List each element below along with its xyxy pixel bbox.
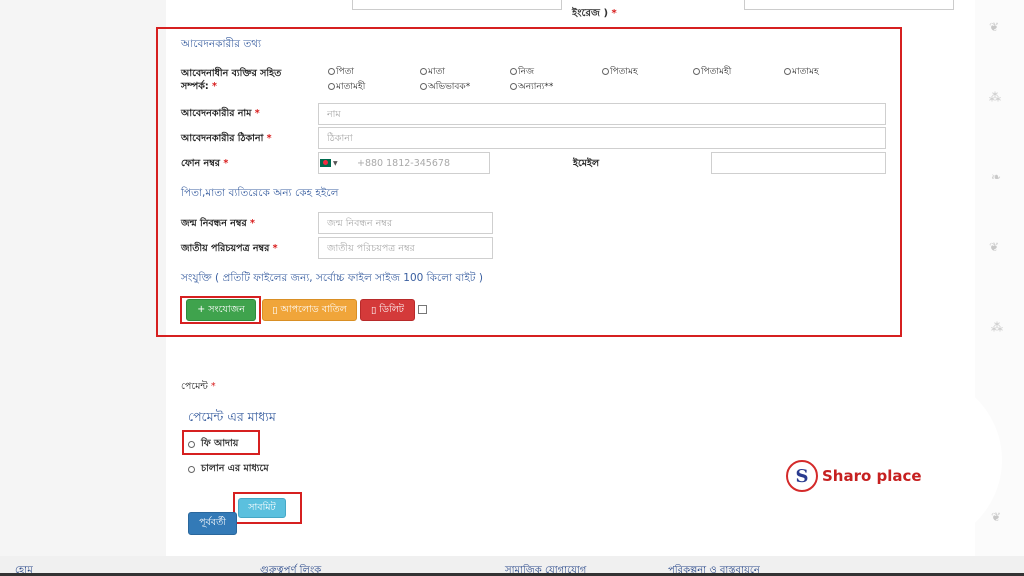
relation-option-maternal-grandmother[interactable]: মাতামহী — [328, 79, 365, 94]
radio-button[interactable] — [328, 68, 335, 75]
logo-text: Sharo place — [822, 467, 922, 485]
radio-button[interactable] — [188, 441, 195, 448]
payment-option-challan[interactable]: চালান এর মাধ্যমে — [188, 462, 269, 477]
radio-button[interactable] — [420, 68, 427, 75]
birth-reg-label: জন্ম নিবন্ধন নম্বর * — [181, 218, 255, 229]
left-margin — [0, 0, 166, 576]
radio-button[interactable] — [693, 68, 700, 75]
radio-button[interactable] — [188, 466, 195, 473]
ornament-icon: ❧ — [991, 170, 1002, 184]
logo-mark: S — [786, 460, 818, 492]
applicant-section-title: আবেদনকারীর তথ্য — [181, 38, 262, 50]
submit-button[interactable]: সাবমিট — [238, 498, 286, 518]
nid-input[interactable] — [318, 237, 493, 259]
relation-option-mother[interactable]: মাতা — [420, 64, 445, 79]
relation-option-guardian[interactable]: অভিভাবক* — [420, 79, 470, 94]
other-guardian-title: পিতা,মাতা ব্যতিরেকে অন্য কেহ হইলে — [181, 187, 339, 199]
relation-option-self[interactable]: নিজ — [510, 64, 534, 79]
radio-button[interactable] — [328, 83, 335, 90]
ornament-icon: ⁂ — [989, 90, 1001, 104]
ornament-icon: ⁂ — [991, 320, 1003, 334]
relation-option-other[interactable]: অন্যান্য** — [510, 79, 553, 94]
relation-option-paternal-grandmother[interactable]: পিতামহী — [693, 64, 731, 79]
applicant-name-input[interactable] — [318, 103, 886, 125]
bangladesh-flag-icon — [320, 159, 331, 167]
radio-button[interactable] — [602, 68, 609, 75]
relation-option-father[interactable]: পিতা — [328, 64, 354, 79]
top-field-partial-right[interactable] — [744, 0, 954, 10]
applicant-address-label: আবেদনকারীর ঠিকানা * — [181, 133, 272, 144]
add-attachment-button[interactable]: + সংযোজন — [186, 299, 256, 321]
applicant-address-input[interactable] — [318, 127, 886, 149]
radio-button[interactable] — [420, 83, 427, 90]
cancel-upload-button[interactable]: ▯ আপলোড বাতিল — [262, 299, 357, 321]
relation-label: আবেদনাধীন ব্যক্তির সহিত সম্পর্ক: * — [181, 68, 282, 92]
payment-option-fee[interactable]: ফি আদায় — [188, 437, 238, 452]
birth-reg-input[interactable] — [318, 212, 493, 234]
ornament-icon: ❦ — [991, 510, 1002, 524]
radio-button[interactable] — [510, 68, 517, 75]
sharo-place-logo: S Sharo place — [786, 460, 922, 492]
relation-option-maternal-grandfather[interactable]: মাতামহ — [784, 64, 819, 79]
email-input[interactable] — [711, 152, 886, 174]
ornament-icon: ❦ — [989, 240, 1000, 254]
chevron-down-icon: ▼ — [333, 159, 338, 167]
country-code-selector[interactable]: ▼ — [320, 153, 350, 173]
phone-label: ফোন নম্বর * — [181, 158, 229, 169]
payment-label: পেমেন্ট * — [181, 381, 216, 392]
attachment-select-checkbox[interactable] — [418, 305, 427, 314]
previous-button[interactable]: পূর্ববর্তী — [188, 512, 237, 535]
ornament-icon: ❦ — [989, 20, 1000, 34]
delete-attachment-button[interactable]: ▯ ডিলিট — [360, 299, 415, 321]
top-field-label: ইংরেজ ) * — [572, 8, 617, 19]
top-field-partial[interactable] — [352, 0, 562, 10]
attachment-title: সংযুক্তি ( প্রতিটি ফাইলের জন্য, সর্বোচ্চ… — [181, 272, 483, 284]
radio-button[interactable] — [510, 83, 517, 90]
email-label: ইমেইল — [573, 158, 600, 169]
payment-method-title: পেমেন্ট এর মাধ্যম — [188, 409, 276, 424]
relation-option-paternal-grandfather[interactable]: পিতামহ — [602, 64, 638, 79]
cancel-icon: ▯ — [272, 304, 278, 316]
trash-icon: ▯ — [371, 304, 377, 316]
nid-label: জাতীয় পরিচয়পত্র নম্বর * — [181, 243, 278, 254]
applicant-name-label: আবেদনকারীর নাম * — [181, 108, 260, 119]
radio-button[interactable] — [784, 68, 791, 75]
